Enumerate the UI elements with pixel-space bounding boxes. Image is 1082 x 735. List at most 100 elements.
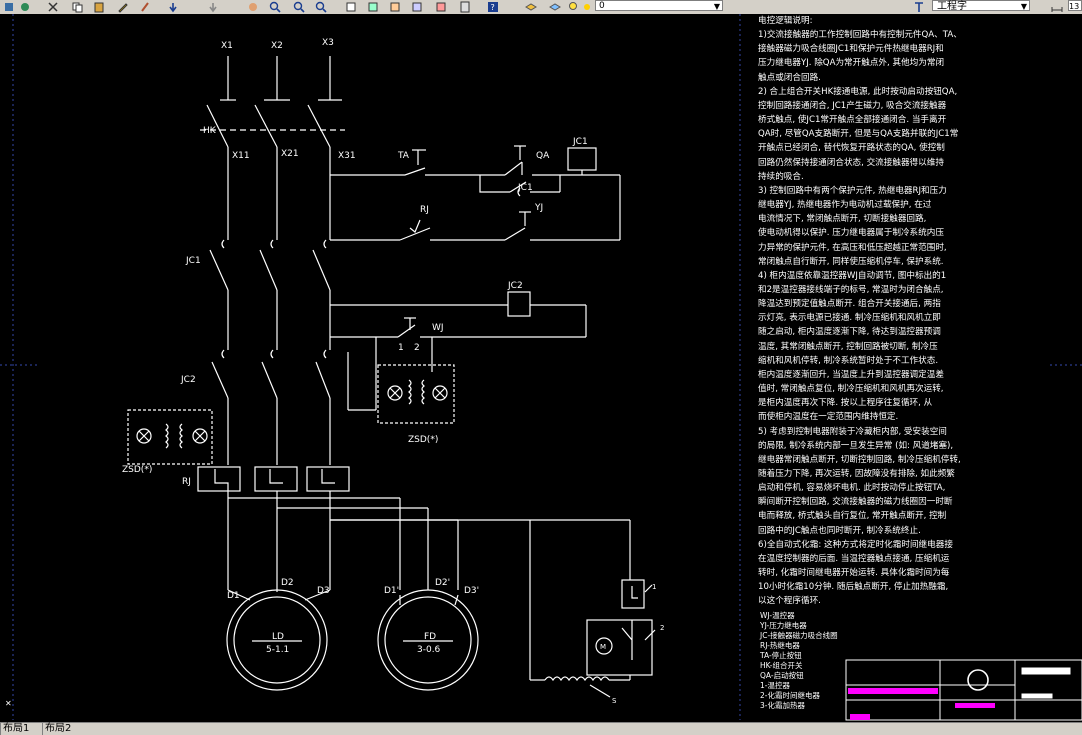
note-line: 柜内温度逐渐回升, 当温度上升到温控器调定温差 [758, 369, 944, 380]
label-jc1-coil: JC1 [572, 137, 588, 147]
cut-icon[interactable] [46, 0, 62, 14]
note-line: 电流情况下, 常闭触点断开, 切断接触器回路, [758, 214, 927, 225]
tab-layout1[interactable]: 布局1 [0, 723, 31, 735]
design-center-icon[interactable] [366, 0, 382, 14]
pan-icon[interactable] [246, 0, 262, 14]
tab-layout2[interactable]: 布局2 [42, 723, 73, 735]
note-line: 是柜内温度再次下降. 按以上程序往复循环, 从 [758, 398, 933, 409]
label-yj: YJ [534, 203, 543, 213]
label-d3p: D3' [464, 586, 479, 596]
note-line: 开触点已经闭合, 替代恢复开路状态的QA, 使控制 [758, 143, 945, 154]
dim-style-dropdown[interactable]: 13 [1068, 0, 1082, 11]
note-line: 而使柜内温度在一定范围内维持恒定. [758, 412, 899, 423]
label-fd: FD [424, 632, 436, 642]
legend-item: 2-化霜时间继电器 [760, 691, 820, 700]
zoom-previous-icon[interactable] [314, 0, 330, 14]
label-zsd-right: ZSD(*) [408, 435, 438, 445]
label-jc1-contact: JC1 [517, 183, 533, 193]
label-wj-2: 2 [414, 343, 420, 353]
note-line: 随之启动, 柜内温度逐渐下降, 待达到温控器预调 [758, 327, 941, 338]
label-x1: X1 [221, 41, 233, 51]
label-wj: WJ [432, 323, 444, 333]
label-x3: X3 [322, 38, 334, 48]
label-zsd-left: ZSD(*) [122, 465, 152, 475]
label-jc2-main: JC2 [180, 375, 196, 385]
note-line: 回路中的JC触点也同时断开, 制冷系统终止. [758, 525, 921, 536]
zoom-realtime-icon[interactable] [268, 0, 284, 14]
match-icon[interactable] [18, 0, 34, 14]
legend-item: WJ-温控器 [760, 611, 795, 620]
calculator-icon[interactable] [458, 0, 474, 14]
label-d3: D3 [317, 586, 330, 596]
markup-icon[interactable] [434, 0, 450, 14]
legend-item: QA-启动按钮 [760, 671, 804, 680]
note-line: 使电动机得以保护. 压力继电器属于制冷系统内压 [758, 228, 944, 239]
note-line: 回路仍然保持接通闭合状态, 交流接触器得以维持 [758, 157, 944, 168]
layer-dropdown[interactable]: 0 ▼ [595, 0, 723, 11]
sun-icon[interactable] [580, 0, 596, 14]
label-m: M [600, 643, 606, 651]
note-line: 继电器YJ, 热继电器作为电动机过载保护, 在过 [758, 200, 932, 211]
note-line: 持续的吸合. [758, 171, 804, 182]
note-line: 5) 考虑到控制电器附装于冷藏柜内部, 受安装空间 [758, 426, 947, 437]
note-line: 电控逻辑说明: [758, 16, 813, 26]
note-line: 接触器磁力吸合线圈JC1和保护元件热继电器RJ和 [758, 44, 944, 55]
ucs-icon: ✕ [5, 699, 12, 708]
note-line: 力异常的保护元件, 在高压和低压超越正常范围时, [758, 242, 947, 253]
note-line: 示灯亮, 表示电源已接通. 制冷压缩机和风机立即 [758, 313, 941, 324]
component-legend: WJ-温控器 YJ-压力继电器 JC-接触器磁力吸合线圈 RJ-热继电器 TA-停止按钮… [760, 611, 838, 711]
note-line: 电而释放, 桥式触头自行复位, 常开触点断开, 控制 [758, 511, 947, 522]
note-line: 转时, 化霜时间继电器开始运转. 具体化霜时间为每 [758, 568, 950, 579]
note-line: 在温度控制器的后面. 当温控器触点接通, 压缩机运 [758, 553, 950, 564]
properties-icon[interactable] [2, 0, 18, 14]
help-icon[interactable]: ? [486, 0, 502, 14]
redo-icon[interactable] [206, 0, 222, 14]
control-logic-notes: 电控逻辑说明: 1)交流接触器的工作控制回路中有控制元件QA、TA、 接触器磁力吸合… [758, 14, 1078, 609]
text-style-icon[interactable] [912, 0, 928, 14]
text-style-value: 工程字 [937, 1, 967, 12]
note-line: 3) 控制回路中有两个保护元件, 热继电器RJ和压力 [758, 185, 947, 196]
sheet-set-icon[interactable] [410, 0, 426, 14]
copy-icon[interactable] [70, 0, 86, 14]
chevron-down-icon: ▼ [1020, 2, 1027, 11]
note-line: 随着压力下降, 再次运转, 因故障没有排除, 如此频繁 [758, 469, 955, 479]
paste-icon[interactable] [92, 0, 108, 14]
legend-item: HK-组合开关 [760, 661, 803, 670]
zoom-window-icon[interactable] [292, 0, 308, 14]
note-line: 值时, 常闭触点复位, 制冷压缩机和风机再次运转, [758, 384, 944, 395]
note-line: 10小时化霜10分钟. 随后触点断开, 停止加热融霜, [758, 582, 949, 593]
label-x21: X21 [281, 149, 299, 159]
note-line: 桥式触点, 使JC1常开触点全部接通闭合. 当手离开 [758, 115, 947, 126]
chevron-down-icon: ▼ [713, 2, 720, 11]
layer-state-icon[interactable] [548, 0, 564, 14]
label-ld-spec: 5-1.1 [266, 645, 289, 655]
label-s: S [612, 697, 617, 705]
note-line: 以这个程序循环. [758, 596, 821, 607]
dimension-style-icon[interactable] [1050, 0, 1066, 14]
layer-manager-icon[interactable] [524, 0, 540, 14]
note-line: QA时, 尽管QA支路断开, 但是与QA支路并联的JC1常 [758, 129, 959, 140]
note-line: 继电器常闭触点断开, 切断控制回路, 制冷压缩机停转, [758, 454, 961, 465]
properties-palette-icon[interactable] [344, 0, 360, 14]
note-line: 控制回路接通闭合, JC1产生磁力, 吸合交流接触器 [758, 100, 947, 111]
label-n1: 1 [652, 583, 656, 591]
legend-item: 1-温控器 [760, 681, 790, 690]
layout-tabbar: 布局1 布局2 [0, 722, 1082, 735]
tool-palette-icon[interactable] [388, 0, 404, 14]
pencil-icon[interactable] [116, 0, 132, 14]
note-line: 降温达到预定值触点断开. 组合开关接通后, 两指 [758, 299, 941, 310]
dim-style-value: 13 [1069, 2, 1080, 11]
legend-item: TA-停止按钮 [760, 651, 802, 660]
brush-icon[interactable] [138, 0, 154, 14]
undo-icon[interactable] [166, 0, 182, 14]
label-d2: D2 [281, 578, 294, 588]
drawing-canvas[interactable]: X1 X2 X3 HK X11 X21 X31 TA QA JC1 JC1 RJ… [0, 14, 1082, 722]
label-hk: HK [203, 126, 217, 136]
note-line: 常闭触点自行断开, 同样使压缩机停车, 保护系统. [758, 256, 944, 267]
text-style-dropdown[interactable]: 工程字 ▼ [932, 0, 1030, 12]
label-jc1-main: JC1 [185, 256, 201, 266]
legend-item: 3-化霜加热器 [760, 701, 805, 710]
label-x2: X2 [271, 41, 283, 51]
note-line: 的局限, 制冷系统内部一旦发生异常 (如: 风道堵塞), [758, 440, 954, 451]
note-line: 压力继电器YJ. 除QA为常开触点外, 其他均为常闭 [758, 58, 945, 69]
